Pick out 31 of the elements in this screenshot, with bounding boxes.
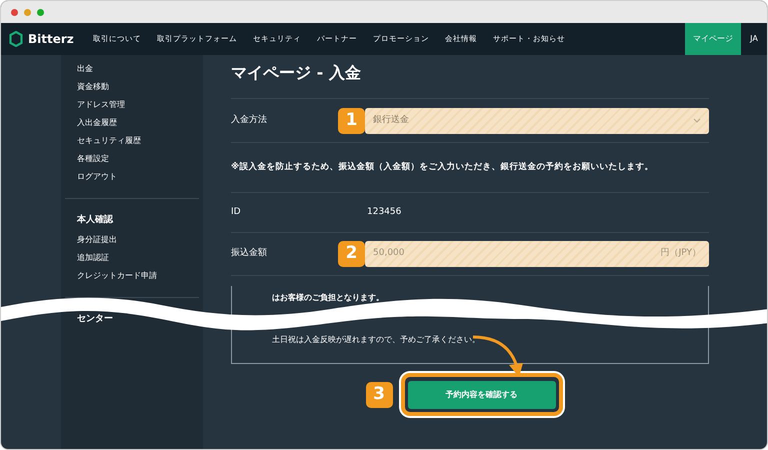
chevron-down-icon xyxy=(693,118,701,123)
maximize-button[interactable] xyxy=(37,8,44,16)
page-title: マイページ - 入金 xyxy=(231,62,362,84)
field-label: ID xyxy=(231,206,242,219)
note-text: 土日祝は入金反映が遅れますので、予めご了承ください。 xyxy=(272,334,481,346)
hexagon-logo-icon xyxy=(9,31,23,47)
notice-text: ※誤入金を防止するため、振込金額（入金額）をご入力いただき、銀行送金の予約をお願いいたします。 xyxy=(231,161,654,174)
unit-label: 円（JPY） xyxy=(660,247,701,260)
sidebar-link[interactable]: アドレス管理 xyxy=(77,96,187,114)
sidebar-link[interactable]: 出金 xyxy=(77,60,187,78)
sidebar-link[interactable]: セキュリティ履歴 xyxy=(77,132,187,150)
sidebar-link[interactable]: クレジットカード申請 xyxy=(77,267,187,285)
step-badge: 1 xyxy=(338,108,365,134)
field-value: 123456 xyxy=(367,206,402,219)
sidebar-link[interactable]: 身分証提出 xyxy=(77,231,187,249)
sidebar-heading: センター xyxy=(77,313,114,326)
sidebar-link[interactable]: ログアウト xyxy=(77,168,187,186)
note-text: はお客様のご負担となります。 xyxy=(272,292,385,304)
close-button[interactable] xyxy=(11,8,18,16)
sidebar-link[interactable]: 資金移動 xyxy=(77,78,187,96)
step-badge: 3 xyxy=(366,382,392,408)
sidebar-heading: 本人確認 xyxy=(77,213,114,228)
logo-text: Bitterz xyxy=(28,31,74,48)
sidebar-link[interactable]: 各種設定 xyxy=(77,150,187,168)
minimize-button[interactable] xyxy=(24,8,31,16)
field-label: 振込金額 xyxy=(231,247,268,260)
sidebar-link[interactable]: 追加認証 xyxy=(77,249,187,267)
sidebar-link[interactable]: 入出金履歴 xyxy=(77,114,187,132)
step-badge: 2 xyxy=(338,241,365,267)
field-label: 入金方法 xyxy=(231,114,268,127)
language-button[interactable]: JA xyxy=(741,23,767,55)
